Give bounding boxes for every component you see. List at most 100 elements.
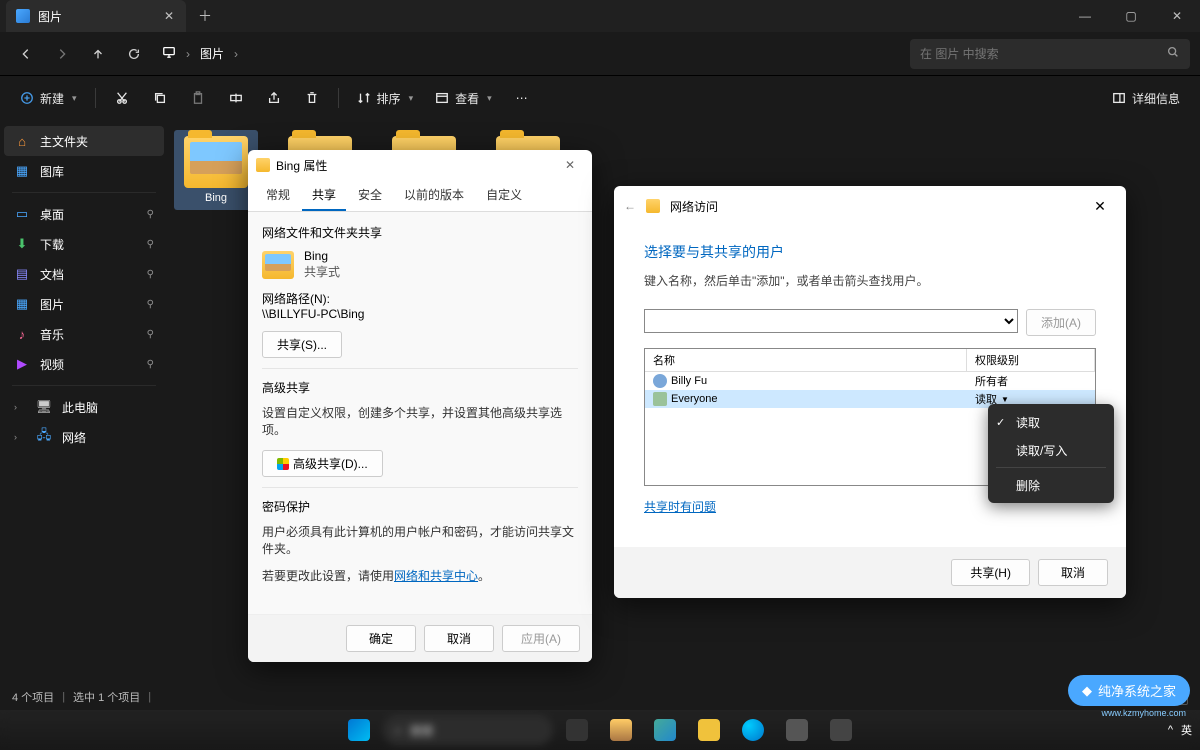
search-input[interactable] (920, 47, 1166, 61)
sort-button[interactable]: 排序▾ (347, 82, 424, 114)
column-name[interactable]: 名称 (645, 349, 967, 371)
dialog-titlebar[interactable]: ← 网络访问 ✕ (614, 186, 1126, 226)
user-icon (653, 374, 667, 388)
more-button[interactable]: ⋯ (504, 82, 540, 114)
share-subheading: 键入名称，然后单击"添加"，或者单击箭头查找用户。 (644, 272, 1096, 289)
refresh-button[interactable] (118, 38, 150, 70)
delete-button[interactable] (294, 82, 330, 114)
edge-icon (742, 719, 764, 741)
sidebar-label: 音乐 (40, 326, 64, 343)
close-icon[interactable]: ✕ (1084, 198, 1116, 215)
copy-button[interactable] (142, 82, 178, 114)
back-icon[interactable]: ← (624, 199, 636, 213)
sidebar-item-desktop[interactable]: ▭桌面⚲ (4, 199, 164, 229)
divider (996, 467, 1106, 468)
tab-security[interactable]: 安全 (348, 180, 392, 211)
share-button[interactable] (256, 82, 292, 114)
monitor-icon (162, 45, 176, 62)
system-tray[interactable]: ^ 英 (1168, 722, 1192, 738)
shared-state: 共享式 (304, 263, 340, 280)
sidebar-item-documents[interactable]: ▤文档⚲ (4, 259, 164, 289)
up-button[interactable] (82, 38, 114, 70)
pictures-icon (16, 9, 30, 23)
sidebar-item-pictures[interactable]: ▦图片⚲ (4, 289, 164, 319)
cancel-button[interactable]: 取消 (424, 625, 494, 652)
tab-customize[interactable]: 自定义 (476, 180, 532, 211)
close-button[interactable]: ✕ (1154, 0, 1200, 32)
network-center-link[interactable]: 网络和共享中心 (394, 569, 478, 583)
list-header: 名称 权限级别 (645, 349, 1095, 372)
share-confirm-button[interactable]: 共享(H) (951, 559, 1030, 586)
add-button[interactable]: 添加(A) (1026, 309, 1096, 336)
window-tab[interactable]: 图片 ✕ (6, 0, 186, 32)
ime-indicator[interactable]: 英 (1181, 722, 1192, 738)
folder-item[interactable]: Bing (174, 130, 258, 210)
tab-strip: 常规 共享 安全 以前的版本 自定义 (248, 180, 592, 212)
widgets-icon (610, 719, 632, 741)
menu-item-read[interactable]: 读取 (988, 408, 1114, 436)
explorer-button[interactable] (689, 710, 729, 750)
new-button[interactable]: 新建▾ (10, 82, 87, 114)
column-permission[interactable]: 权限级别 (967, 349, 1095, 371)
tab-previous-versions[interactable]: 以前的版本 (394, 180, 474, 211)
details-pane-button[interactable]: 详细信息 (1102, 82, 1190, 114)
user-name: Billy Fu (671, 375, 707, 387)
video-icon: ▶ (14, 356, 30, 372)
rename-button[interactable] (218, 82, 254, 114)
paste-button[interactable] (180, 82, 216, 114)
new-tab-button[interactable]: ＋ (186, 6, 224, 26)
view-button[interactable]: 查看▾ (425, 82, 502, 114)
maximize-button[interactable]: ▢ (1108, 0, 1154, 32)
user-combobox[interactable] (644, 309, 1018, 333)
task-view-button[interactable] (557, 710, 597, 750)
tab-general[interactable]: 常规 (256, 180, 300, 211)
view-label: 查看 (455, 90, 479, 107)
navbar: › 图片 › (0, 32, 1200, 76)
sidebar-item-network[interactable]: ›🖧网络 (4, 422, 164, 452)
document-icon: ▤ (14, 266, 30, 282)
breadcrumb-item[interactable]: 图片 (200, 45, 224, 62)
settings-button[interactable] (821, 710, 861, 750)
store-button[interactable] (777, 710, 817, 750)
forward-button[interactable] (46, 38, 78, 70)
apply-button[interactable]: 应用(A) (502, 625, 580, 652)
toolbar: 新建▾ 排序▾ 查看▾ ⋯ 详细信息 (0, 76, 1200, 120)
cut-button[interactable] (104, 82, 140, 114)
edge-button[interactable] (733, 710, 773, 750)
menu-item-readwrite[interactable]: 读取/写入 (988, 436, 1114, 464)
copilot-button[interactable] (645, 710, 685, 750)
taskbar-search[interactable]: ⌕搜索 (383, 715, 553, 745)
selection-count: 选中 1 个项目 (73, 689, 140, 705)
sidebar-item-videos[interactable]: ▶视频⚲ (4, 349, 164, 379)
folder-icon (262, 251, 294, 279)
copilot-icon (654, 719, 676, 741)
breadcrumb[interactable]: › 图片 › (162, 45, 906, 62)
search-box[interactable] (910, 39, 1190, 69)
tab-sharing[interactable]: 共享 (302, 180, 346, 211)
help-link[interactable]: 共享时有问题 (644, 500, 716, 514)
sidebar-item-gallery[interactable]: ▦图库 (4, 156, 164, 186)
sidebar-label: 下载 (40, 236, 64, 253)
sidebar-item-thispc[interactable]: ›🖥此电脑 (4, 392, 164, 422)
sidebar-item-downloads[interactable]: ⬇下载⚲ (4, 229, 164, 259)
share-button[interactable]: 共享(S)... (262, 331, 342, 358)
start-button[interactable] (339, 710, 379, 750)
windows-icon (348, 719, 370, 741)
chevron-right-icon: › (14, 432, 26, 442)
user-row[interactable]: Billy Fu 所有者 (645, 372, 1095, 390)
sidebar-item-music[interactable]: ♪音乐⚲ (4, 319, 164, 349)
cancel-button[interactable]: 取消 (1038, 559, 1108, 586)
back-button[interactable] (10, 38, 42, 70)
widgets-button[interactable] (601, 710, 641, 750)
close-icon[interactable]: ✕ (556, 158, 584, 172)
close-tab-icon[interactable]: ✕ (162, 7, 176, 25)
advanced-sharing-button[interactable]: 高级共享(D)... (262, 450, 383, 477)
minimize-button[interactable]: — (1062, 0, 1108, 32)
chevron-up-icon[interactable]: ^ (1168, 724, 1173, 736)
menu-item-remove[interactable]: 删除 (988, 471, 1114, 499)
ok-button[interactable]: 确定 (346, 625, 416, 652)
tab-title: 图片 (38, 8, 62, 25)
network-icon: 🖧 (36, 429, 52, 445)
dialog-titlebar[interactable]: Bing 属性 ✕ (248, 150, 592, 180)
sidebar-item-home[interactable]: ⌂主文件夹 (4, 126, 164, 156)
